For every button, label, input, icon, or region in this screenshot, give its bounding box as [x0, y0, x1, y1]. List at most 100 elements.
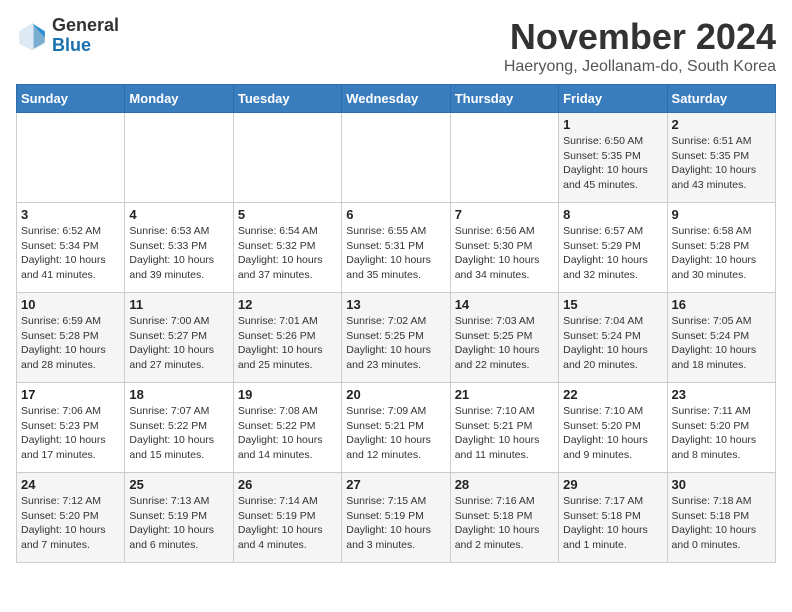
day-cell: 6 Sunrise: 6:55 AM Sunset: 5:31 PM Daylig… — [342, 203, 450, 293]
day-number: 15 — [563, 297, 662, 312]
day-info: Sunrise: 7:14 AM Sunset: 5:19 PM Dayligh… — [238, 494, 337, 553]
day-number: 2 — [672, 117, 771, 132]
logo-text: General Blue — [52, 16, 119, 56]
day-number: 7 — [455, 207, 554, 222]
day-number: 22 — [563, 387, 662, 402]
day-cell: 19 Sunrise: 7:08 AM Sunset: 5:22 PM Dayli… — [233, 383, 341, 473]
day-number: 5 — [238, 207, 337, 222]
day-cell — [17, 113, 125, 203]
day-number: 23 — [672, 387, 771, 402]
day-number: 6 — [346, 207, 445, 222]
day-cell: 8 Sunrise: 6:57 AM Sunset: 5:29 PM Daylig… — [559, 203, 667, 293]
day-cell — [125, 113, 233, 203]
day-info: Sunrise: 6:50 AM Sunset: 5:35 PM Dayligh… — [563, 134, 662, 193]
day-cell: 7 Sunrise: 6:56 AM Sunset: 5:30 PM Daylig… — [450, 203, 558, 293]
day-number: 25 — [129, 477, 228, 492]
day-number: 28 — [455, 477, 554, 492]
day-number: 8 — [563, 207, 662, 222]
day-info: Sunrise: 7:08 AM Sunset: 5:22 PM Dayligh… — [238, 404, 337, 463]
day-cell: 12 Sunrise: 7:01 AM Sunset: 5:26 PM Dayli… — [233, 293, 341, 383]
day-info: Sunrise: 6:58 AM Sunset: 5:28 PM Dayligh… — [672, 224, 771, 283]
week-row-4: 17 Sunrise: 7:06 AM Sunset: 5:23 PM Dayli… — [17, 383, 776, 473]
day-info: Sunrise: 7:10 AM Sunset: 5:21 PM Dayligh… — [455, 404, 554, 463]
day-number: 19 — [238, 387, 337, 402]
day-cell: 16 Sunrise: 7:05 AM Sunset: 5:24 PM Dayli… — [667, 293, 775, 383]
day-number: 9 — [672, 207, 771, 222]
day-cell: 3 Sunrise: 6:52 AM Sunset: 5:34 PM Daylig… — [17, 203, 125, 293]
day-info: Sunrise: 6:52 AM Sunset: 5:34 PM Dayligh… — [21, 224, 120, 283]
day-cell: 21 Sunrise: 7:10 AM Sunset: 5:21 PM Dayli… — [450, 383, 558, 473]
day-cell: 18 Sunrise: 7:07 AM Sunset: 5:22 PM Dayli… — [125, 383, 233, 473]
week-row-2: 3 Sunrise: 6:52 AM Sunset: 5:34 PM Daylig… — [17, 203, 776, 293]
day-info: Sunrise: 7:15 AM Sunset: 5:19 PM Dayligh… — [346, 494, 445, 553]
day-cell: 26 Sunrise: 7:14 AM Sunset: 5:19 PM Dayli… — [233, 473, 341, 563]
calendar-header-row: SundayMondayTuesdayWednesdayThursdayFrid… — [17, 85, 776, 113]
logo: General Blue — [16, 16, 119, 56]
day-of-week-saturday: Saturday — [667, 85, 775, 113]
day-info: Sunrise: 7:05 AM Sunset: 5:24 PM Dayligh… — [672, 314, 771, 373]
day-number: 13 — [346, 297, 445, 312]
day-of-week-wednesday: Wednesday — [342, 85, 450, 113]
day-cell: 22Sunrise: 7:10 AM Sunset: 5:20 PM Dayli… — [559, 383, 667, 473]
day-info: Sunrise: 7:12 AM Sunset: 5:20 PM Dayligh… — [21, 494, 120, 553]
day-cell — [233, 113, 341, 203]
day-number: 29 — [563, 477, 662, 492]
day-info: Sunrise: 7:11 AM Sunset: 5:20 PM Dayligh… — [672, 404, 771, 463]
day-number: 1 — [563, 117, 662, 132]
day-number: 30 — [672, 477, 771, 492]
page-header: General Blue November 2024 Haeryong, Jeo… — [16, 16, 776, 76]
calendar-body: 1 Sunrise: 6:50 AM Sunset: 5:35 PM Daylig… — [17, 113, 776, 563]
day-of-week-thursday: Thursday — [450, 85, 558, 113]
day-cell: 25 Sunrise: 7:13 AM Sunset: 5:19 PM Dayli… — [125, 473, 233, 563]
day-info: Sunrise: 7:13 AM Sunset: 5:19 PM Dayligh… — [129, 494, 228, 553]
day-info: Sunrise: 6:51 AM Sunset: 5:35 PM Dayligh… — [672, 134, 771, 193]
day-cell: 17 Sunrise: 7:06 AM Sunset: 5:23 PM Dayli… — [17, 383, 125, 473]
day-cell: 14 Sunrise: 7:03 AM Sunset: 5:25 PM Dayli… — [450, 293, 558, 383]
day-number: 18 — [129, 387, 228, 402]
day-cell: 24 Sunrise: 7:12 AM Sunset: 5:20 PM Dayli… — [17, 473, 125, 563]
day-info: Sunrise: 7:04 AM Sunset: 5:24 PM Dayligh… — [563, 314, 662, 373]
day-info: Sunrise: 6:59 AM Sunset: 5:28 PM Dayligh… — [21, 314, 120, 373]
calendar: SundayMondayTuesdayWednesdayThursdayFrid… — [16, 84, 776, 563]
day-info: Sunrise: 7:03 AM Sunset: 5:25 PM Dayligh… — [455, 314, 554, 373]
title-block: November 2024 Haeryong, Jeollanam-do, So… — [504, 16, 776, 76]
day-cell — [342, 113, 450, 203]
day-cell: 11Sunrise: 7:00 AM Sunset: 5:27 PM Dayli… — [125, 293, 233, 383]
location: Haeryong, Jeollanam-do, South Korea — [504, 58, 776, 76]
day-number: 17 — [21, 387, 120, 402]
day-info: Sunrise: 6:57 AM Sunset: 5:29 PM Dayligh… — [563, 224, 662, 283]
day-number: 3 — [21, 207, 120, 222]
day-number: 12 — [238, 297, 337, 312]
week-row-3: 10 Sunrise: 6:59 AM Sunset: 5:28 PM Dayli… — [17, 293, 776, 383]
week-row-1: 1 Sunrise: 6:50 AM Sunset: 5:35 PM Daylig… — [17, 113, 776, 203]
day-cell: 27Sunrise: 7:15 AM Sunset: 5:19 PM Dayli… — [342, 473, 450, 563]
day-number: 26 — [238, 477, 337, 492]
logo-icon — [16, 20, 48, 52]
day-cell: 2 Sunrise: 6:51 AM Sunset: 5:35 PM Daylig… — [667, 113, 775, 203]
day-info: Sunrise: 7:01 AM Sunset: 5:26 PM Dayligh… — [238, 314, 337, 373]
day-number: 16 — [672, 297, 771, 312]
day-of-week-sunday: Sunday — [17, 85, 125, 113]
day-of-week-monday: Monday — [125, 85, 233, 113]
day-number: 24 — [21, 477, 120, 492]
day-cell: 1 Sunrise: 6:50 AM Sunset: 5:35 PM Daylig… — [559, 113, 667, 203]
day-info: Sunrise: 7:18 AM Sunset: 5:18 PM Dayligh… — [672, 494, 771, 553]
day-cell: 5Sunrise: 6:54 AM Sunset: 5:32 PM Daylig… — [233, 203, 341, 293]
day-cell: 30 Sunrise: 7:18 AM Sunset: 5:18 PM Dayli… — [667, 473, 775, 563]
month-title: November 2024 — [504, 16, 776, 58]
day-info: Sunrise: 6:56 AM Sunset: 5:30 PM Dayligh… — [455, 224, 554, 283]
day-number: 4 — [129, 207, 228, 222]
day-info: Sunrise: 7:00 AM Sunset: 5:27 PM Dayligh… — [129, 314, 228, 373]
day-number: 21 — [455, 387, 554, 402]
day-number: 10 — [21, 297, 120, 312]
day-info: Sunrise: 7:07 AM Sunset: 5:22 PM Dayligh… — [129, 404, 228, 463]
day-info: Sunrise: 6:55 AM Sunset: 5:31 PM Dayligh… — [346, 224, 445, 283]
day-cell — [450, 113, 558, 203]
day-number: 14 — [455, 297, 554, 312]
day-info: Sunrise: 7:02 AM Sunset: 5:25 PM Dayligh… — [346, 314, 445, 373]
day-info: Sunrise: 7:17 AM Sunset: 5:18 PM Dayligh… — [563, 494, 662, 553]
day-cell: 10 Sunrise: 6:59 AM Sunset: 5:28 PM Dayli… — [17, 293, 125, 383]
week-row-5: 24 Sunrise: 7:12 AM Sunset: 5:20 PM Dayli… — [17, 473, 776, 563]
day-info: Sunrise: 7:06 AM Sunset: 5:23 PM Dayligh… — [21, 404, 120, 463]
day-cell: 13 Sunrise: 7:02 AM Sunset: 5:25 PM Dayli… — [342, 293, 450, 383]
